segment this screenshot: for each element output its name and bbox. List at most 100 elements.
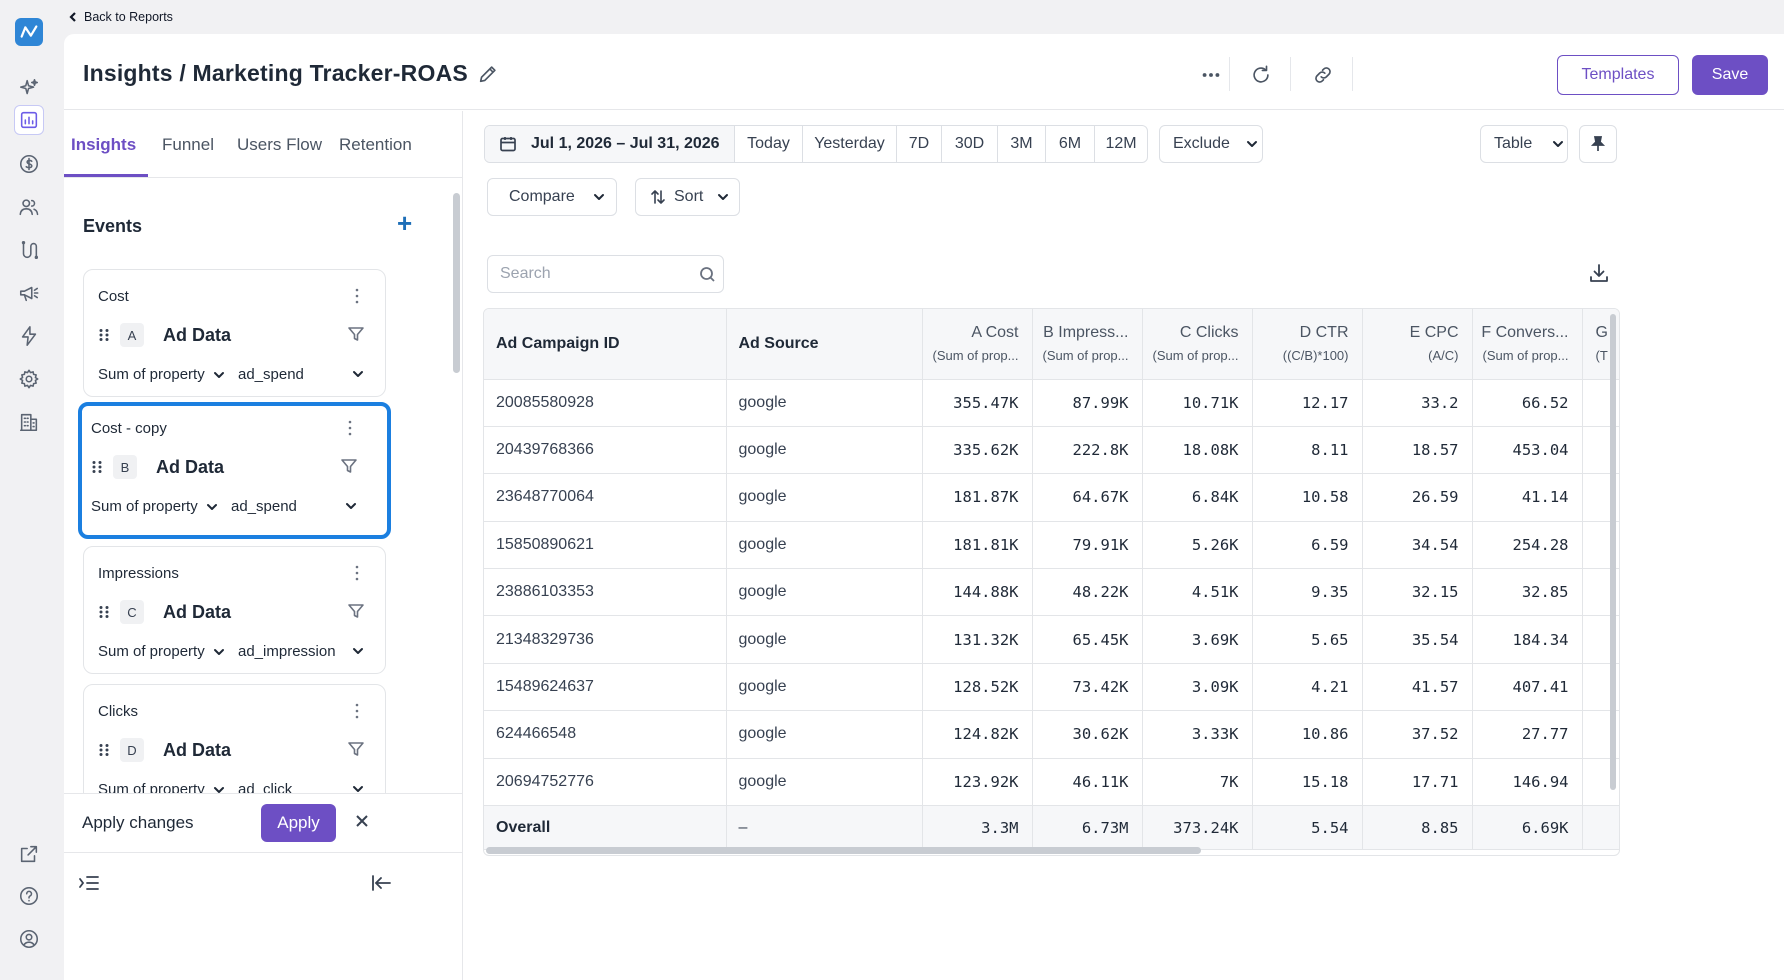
range-12m[interactable]: 12M	[1095, 126, 1147, 162]
table-row[interactable]: 15489624637 google 128.52K 73.42K 3.09K 4.21 4…	[484, 663, 1619, 712]
column-header[interactable]: Ad Campaign ID	[484, 309, 727, 380]
overall-row[interactable]: Overall –3.3M 6.73M 373.24K 5.54 8.85 6.69K	[484, 805, 1619, 851]
users-icon[interactable]	[14, 192, 44, 222]
view-type-dropdown[interactable]: Table	[1480, 125, 1568, 163]
back-to-reports-link[interactable]: Back to Reports	[68, 10, 173, 24]
table-header-row: Ad Campaign ID Ad Source A Cost (Sum of p…	[484, 309, 1619, 380]
event-name[interactable]: Clicks	[98, 703, 138, 720]
column-header-sub: (Sum of prop...	[1152, 348, 1239, 364]
event-letter-badge: D	[120, 738, 144, 762]
table-row[interactable]: 21348329736 google 131.32K 65.45K 3.69K 5.65 3…	[484, 615, 1619, 664]
table-cell: –	[726, 805, 923, 851]
column-header[interactable]: D CTR ((C/B)*100)	[1252, 309, 1363, 380]
edit-title-icon[interactable]	[477, 63, 499, 85]
close-icon[interactable]	[353, 812, 371, 830]
table-cell: 8.85	[1362, 805, 1473, 851]
range-yesterday[interactable]: Yesterday	[803, 126, 897, 162]
exclude-dropdown[interactable]: Exclude	[1159, 125, 1263, 163]
range-today[interactable]: Today	[735, 126, 803, 162]
dollar-icon[interactable]	[14, 149, 44, 179]
table-cell: 144.88K	[922, 568, 1033, 617]
panel-footer	[64, 853, 462, 913]
table-cell: 624466548	[484, 710, 727, 759]
event-card[interactable]: Clicks D Ad Data Sum of property ad_clic…	[83, 684, 386, 793]
kebab-menu-icon[interactable]	[354, 702, 360, 720]
column-header[interactable]: E CPC (A/C)	[1362, 309, 1473, 380]
table-cell: 4.21	[1252, 663, 1363, 712]
external-link-icon[interactable]	[14, 839, 44, 869]
profile-icon[interactable]	[14, 924, 44, 954]
table-cell: google	[726, 521, 923, 570]
help-icon[interactable]	[14, 881, 44, 911]
table-cell: 65.45K	[1032, 615, 1143, 664]
app-logo[interactable]	[15, 18, 43, 46]
chevron-down-icon	[213, 786, 224, 793]
table-cell: 21348329736	[484, 615, 727, 664]
compare-dropdown[interactable]: Compare	[487, 178, 617, 216]
column-header[interactable]: F Convers... (Sum of prop...	[1472, 309, 1583, 380]
table-row[interactable]: 20694752776 google 123.92K 46.11K 7K 15.18 17.…	[484, 758, 1619, 807]
table-vertical-scrollbar[interactable]	[1610, 314, 1616, 790]
table-row[interactable]: 624466548 google 124.82K 30.62K 3.33K 10.86 37…	[484, 710, 1619, 759]
date-range-input[interactable]: Jul 1, 2026 – Jul 31, 2026	[485, 126, 735, 162]
range-30d[interactable]: 30D	[942, 126, 998, 162]
more-options-icon[interactable]	[1198, 62, 1224, 88]
table-cell: 184.34	[1472, 615, 1583, 664]
table-row[interactable]: 23886103353 google 144.88K 48.22K 4.51K 9.35 3…	[484, 568, 1619, 617]
table-horizontal-scrollbar[interactable]	[486, 847, 1201, 854]
date-range-picker: Jul 1, 2026 – Jul 31, 2026 Today Yesterd…	[484, 125, 1148, 163]
chevron-down-icon	[718, 194, 729, 200]
report-icon[interactable]	[14, 105, 44, 135]
building-icon[interactable]	[14, 407, 44, 437]
drag-handle-icon[interactable]	[98, 743, 110, 757]
table-row[interactable]: 20439768366 google 335.62K 222.8K 18.08K 8.11…	[484, 426, 1619, 475]
column-header[interactable]: Ad Source	[726, 309, 923, 380]
chevron-down-icon	[1246, 141, 1257, 147]
table-row[interactable]: 23648770064 google 181.87K 64.67K 6.84K 10.58…	[484, 473, 1619, 522]
range-7d[interactable]: 7D	[897, 126, 942, 162]
column-header[interactable]: C Clicks (Sum of prop...	[1142, 309, 1253, 380]
filter-icon[interactable]	[347, 740, 365, 758]
table-cell: 17.71	[1362, 758, 1473, 807]
indent-list-icon[interactable]	[78, 873, 100, 898]
table-cell: 64.67K	[1032, 473, 1143, 522]
gear-icon[interactable]	[14, 364, 44, 394]
sparkle-icon[interactable]	[14, 73, 44, 103]
bolt-icon[interactable]	[14, 321, 44, 351]
search-icon[interactable]	[699, 266, 716, 288]
table-cell: google	[726, 426, 923, 475]
search-input[interactable]	[500, 265, 690, 283]
column-header[interactable]: A Cost (Sum of prop...	[922, 309, 1033, 380]
left-rail	[0, 0, 58, 980]
range-3m[interactable]: 3M	[998, 126, 1046, 162]
table-cell: 9.35	[1252, 568, 1363, 617]
table-cell: 3.3M	[922, 805, 1033, 851]
save-button[interactable]: Save	[1692, 55, 1768, 95]
table-cell: 6.73M	[1032, 805, 1143, 851]
megaphone-icon[interactable]	[14, 278, 44, 308]
link-icon[interactable]	[1310, 62, 1336, 88]
column-header-sub: (Sum of prop...	[1482, 348, 1569, 364]
range-6m[interactable]: 6M	[1046, 126, 1095, 162]
aggregation-select[interactable]: Sum of property	[98, 781, 225, 793]
table-cell: google	[726, 615, 923, 664]
chevron-down-icon[interactable]	[352, 784, 364, 793]
column-header[interactable]: B Impress... (Sum of prop...	[1032, 309, 1143, 380]
table-cell: 355.47K	[922, 379, 1033, 427]
results-table: Ad Campaign ID Ad Source A Cost (Sum of p…	[483, 308, 1620, 856]
journey-icon[interactable]	[14, 235, 44, 265]
templates-button[interactable]: Templates	[1557, 55, 1679, 95]
sort-dropdown[interactable]: Sort	[635, 178, 740, 216]
refresh-icon[interactable]	[1248, 62, 1274, 88]
table-row[interactable]: 15850890621 google 181.81K 79.91K 5.26K 6.59 3…	[484, 521, 1619, 570]
download-icon[interactable]	[1588, 262, 1610, 289]
pin-button[interactable]	[1579, 125, 1617, 163]
apply-changes-label: Apply changes	[82, 813, 194, 832]
collapse-panel-icon[interactable]	[370, 873, 392, 898]
compare-label: Compare	[509, 188, 575, 205]
apply-button[interactable]: Apply	[261, 804, 336, 842]
event-source[interactable]: Ad Data	[163, 740, 231, 761]
property-select[interactable]: ad_click	[238, 781, 292, 793]
table-cell: 8.11	[1252, 426, 1363, 475]
table-row[interactable]: 20085580928 google 355.47K 87.99K 10.71K 12.1…	[484, 379, 1619, 427]
